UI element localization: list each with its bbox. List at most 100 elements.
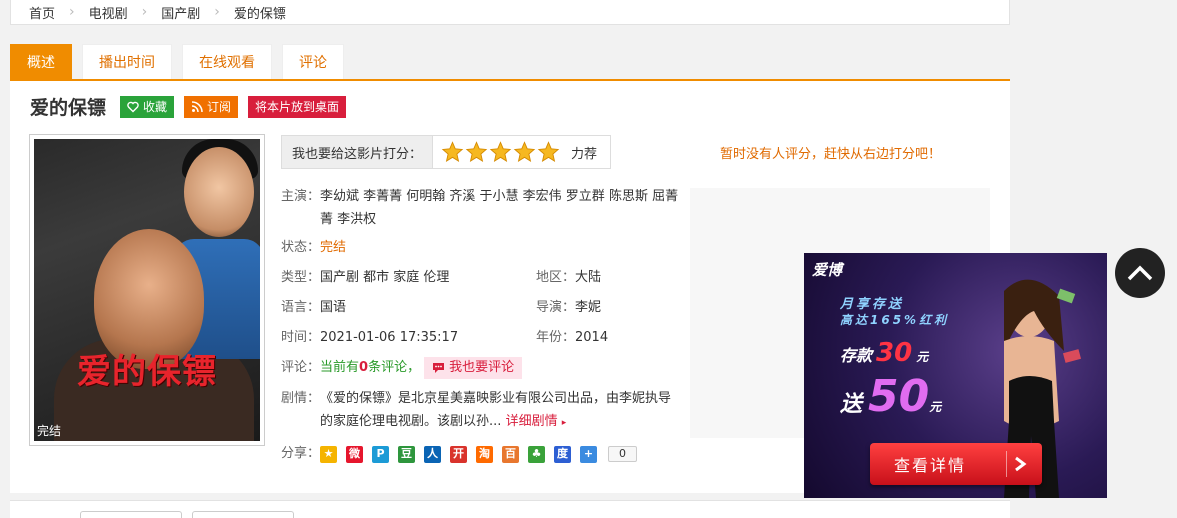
status-row: 状态： 完结 bbox=[281, 233, 681, 263]
time-year-row: 时间： 2021-01-06 17:35:17 年份： 2014 bbox=[281, 323, 681, 353]
bottom-tab[interactable] bbox=[192, 511, 294, 518]
status-value: 完结 bbox=[320, 240, 347, 255]
title-row: 爱的保镖 收藏 订阅 将本片放到桌面 bbox=[30, 93, 356, 120]
ad-brand: 爱博 bbox=[812, 261, 843, 279]
poster[interactable]: 爱的保镖 完结 bbox=[29, 134, 265, 446]
kaixin-icon[interactable]: 开 bbox=[450, 445, 468, 463]
ad-details-button[interactable]: 查看详情 bbox=[870, 443, 1042, 485]
time-value: 2021-01-06 17:35:17 bbox=[320, 330, 459, 345]
no-rating-notice: 暂时没有人评分，赶快从右边打分吧！ bbox=[720, 147, 942, 162]
comment-icon bbox=[433, 363, 445, 373]
tab-watch-online[interactable]: 在线观看 bbox=[182, 44, 272, 79]
rating-text: 力荐 bbox=[571, 146, 598, 162]
subscribe-button[interactable]: 订阅 bbox=[184, 95, 239, 118]
type-region-row: 类型： 国产剧 都市 家庭 伦理 地区： 大陆 bbox=[281, 263, 681, 293]
comment-prefix: 当前有 bbox=[320, 360, 360, 375]
breadcrumb-tv[interactable]: 电视剧 bbox=[89, 3, 128, 22]
weibo-icon[interactable]: 微 bbox=[346, 445, 364, 463]
share-count: 0 bbox=[608, 446, 638, 462]
rating-stars[interactable] bbox=[441, 141, 561, 163]
director-label: 导演： bbox=[536, 300, 576, 315]
taobao-icon[interactable]: 淘 bbox=[476, 445, 494, 463]
comment-row: 评论： 当前有 0 条评论， 我也要评论 bbox=[281, 353, 681, 383]
poster-status-tag: 完结 bbox=[37, 424, 62, 438]
tab-bar: 概述 播出时间 在线观看 评论 bbox=[10, 44, 1010, 81]
ad-deposit: 存款 30 元 bbox=[840, 338, 929, 368]
star-icon[interactable] bbox=[513, 141, 536, 163]
share-icons: ★ 微 P 豆人开淘百 ♣ 度 + bbox=[320, 445, 606, 463]
heart-icon bbox=[127, 101, 139, 112]
region-value: 大陆 bbox=[575, 270, 602, 285]
year-label: 年份： bbox=[536, 330, 576, 345]
tab-comments[interactable]: 评论 bbox=[282, 44, 344, 79]
star-icon[interactable] bbox=[465, 141, 488, 163]
ad-headline: 月享存送 bbox=[840, 297, 905, 312]
director-value[interactable]: 李妮 bbox=[575, 293, 601, 323]
chevron-right-icon: › bbox=[214, 4, 220, 20]
chevron-right-icon: › bbox=[69, 4, 75, 20]
plot-more-link[interactable]: 详细剧情 ▸ bbox=[506, 414, 567, 429]
year-value: 2014 bbox=[575, 330, 609, 345]
share-label: 分享： bbox=[281, 446, 321, 461]
cast-label: 主演： bbox=[281, 189, 321, 204]
breadcrumb-home[interactable]: 首页 bbox=[29, 3, 55, 22]
ad-bonus: 送 50元 bbox=[840, 371, 942, 422]
type-value[interactable]: 国产剧 都市 家庭 伦理 bbox=[320, 263, 449, 293]
subscribe-label: 订阅 bbox=[207, 100, 232, 114]
favorite-label: 收藏 bbox=[143, 100, 168, 114]
more-share-icon[interactable]: + bbox=[580, 445, 598, 463]
info-list: 主演： 李幼斌 李菁菁 何明翰 齐溪 于小慧 李宏伟 罗立群 陈思斯 屈菁菁 李… bbox=[281, 181, 681, 469]
write-comment-button[interactable]: 我也要评论 bbox=[424, 357, 523, 379]
baidu-icon[interactable]: 度 bbox=[554, 445, 572, 463]
type-label: 类型： bbox=[281, 270, 321, 285]
renren-icon[interactable]: 人 bbox=[424, 445, 442, 463]
tqq-icon[interactable]: P bbox=[372, 445, 390, 463]
write-comment-label: 我也要评论 bbox=[449, 360, 515, 375]
region-label: 地区： bbox=[536, 270, 576, 285]
favorite-button[interactable]: 收藏 bbox=[120, 95, 175, 118]
tab-airtime[interactable]: 播出时间 bbox=[82, 44, 172, 79]
plot-label: 剧情： bbox=[281, 391, 321, 406]
tab-overview[interactable]: 概述 bbox=[10, 44, 72, 79]
clover-icon[interactable]: ♣ bbox=[528, 445, 546, 463]
ad-subheadline: 高达165%红利 bbox=[840, 313, 950, 327]
comment-label: 评论： bbox=[281, 360, 321, 375]
status-label: 状态： bbox=[281, 240, 321, 255]
plot-row: 剧情： 《爱的保镖》是北京星美嘉映影业有限公司出品，由李妮执导的家庭伦理电视剧。… bbox=[281, 387, 681, 435]
cast-row: 主演： 李幼斌 李菁菁 何明翰 齐溪 于小慧 李宏伟 罗立群 陈思斯 屈菁菁 李… bbox=[281, 185, 681, 231]
star-icon[interactable] bbox=[441, 141, 464, 163]
breadcrumb-domestic[interactable]: 国产剧 bbox=[161, 3, 200, 22]
time-label: 时间： bbox=[281, 330, 321, 345]
poster-image: 爱的保镖 完结 bbox=[34, 139, 260, 441]
lang-director-row: 语言： 国语 导演： 李妮 bbox=[281, 293, 681, 323]
comment-count: 0 bbox=[359, 360, 369, 375]
chevron-right-icon: › bbox=[141, 4, 148, 20]
rss-icon bbox=[191, 100, 203, 112]
bottom-tab[interactable] bbox=[80, 511, 182, 518]
poster-title: 爱的保镖 bbox=[77, 352, 217, 392]
baidu-space-icon[interactable]: 百 bbox=[502, 445, 520, 463]
star-icon[interactable] bbox=[489, 141, 512, 163]
cast-value[interactable]: 李幼斌 李菁菁 何明翰 齐溪 于小慧 李宏伟 罗立群 陈思斯 屈菁菁 李洪权 bbox=[320, 185, 681, 231]
breadcrumb: 首页 › 电视剧 › 国产剧 › 爱的保镖 bbox=[10, 0, 1010, 25]
lang-label: 语言： bbox=[281, 300, 321, 315]
lang-value: 国语 bbox=[320, 300, 347, 315]
scroll-to-top-button[interactable] bbox=[1115, 248, 1165, 298]
chevron-right-icon bbox=[1006, 451, 1032, 477]
ad-details-label: 查看详情 bbox=[894, 456, 967, 475]
qzone-icon[interactable]: ★ bbox=[320, 445, 338, 463]
star-icon[interactable] bbox=[537, 141, 560, 163]
caret-right-icon: ▸ bbox=[561, 418, 567, 428]
rating-label: 我也要给这影片打分： bbox=[282, 136, 434, 168]
chevron-up-icon bbox=[1127, 265, 1153, 281]
plot-text: 《爱的保镖》是北京星美嘉映影业有限公司出品，由李妮执导的家庭伦理电视剧。该剧以孙… bbox=[320, 391, 672, 429]
comment-suffix: 条评论， bbox=[368, 360, 421, 375]
share-row: 分享： ★ 微 P 豆人开淘百 ♣ 度 + 0 bbox=[281, 439, 681, 469]
advertisement[interactable]: 爱博 月享存送 高达165%红利 存款 30 元 送 50元 查看详情 bbox=[804, 253, 1107, 498]
bottom-strip bbox=[10, 500, 1010, 518]
breadcrumb-current: 爱的保镖 bbox=[233, 6, 286, 22]
rating-box: 我也要给这影片打分： 力荐 bbox=[281, 135, 611, 169]
add-to-desktop-button[interactable]: 将本片放到桌面 bbox=[248, 95, 347, 118]
douban-icon[interactable]: 豆 bbox=[398, 445, 416, 463]
page-title: 爱的保镖 bbox=[30, 97, 107, 119]
